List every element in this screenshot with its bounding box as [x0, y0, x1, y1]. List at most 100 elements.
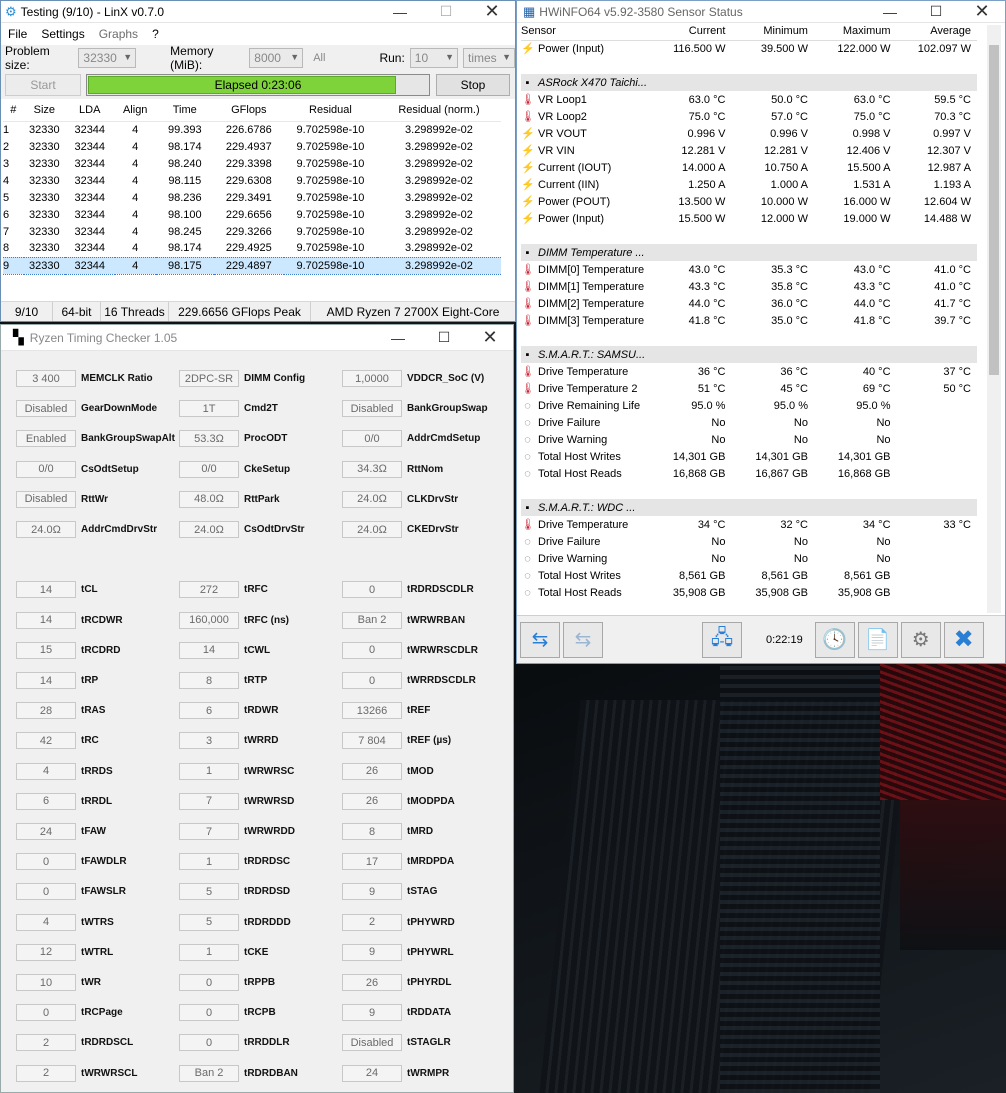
- sensor-row[interactable]: ◌ Drive Warning No No No: [521, 550, 977, 567]
- timing-value[interactable]: 5: [179, 913, 239, 931]
- close-button[interactable]: ✕: [467, 327, 513, 349]
- sensor-row[interactable]: ⚡ Power (POUT) 13.500 W 10.000 W 16.000 W 12.…: [521, 193, 977, 210]
- sensor-row[interactable]: ◌ Total Host Writes 8,561 GB 8,561 GB 8,561 …: [521, 567, 977, 584]
- timing-value[interactable]: 24: [16, 823, 76, 840]
- timing-value[interactable]: 160,000: [179, 611, 239, 629]
- sensor-column-header[interactable]: Minimum: [731, 23, 814, 41]
- timing-value[interactable]: Disabled: [16, 400, 76, 418]
- timing-value[interactable]: 1T: [179, 400, 239, 418]
- sensor-row[interactable]: ◌ Drive Failure No No No: [521, 533, 977, 550]
- timing-value[interactable]: 14: [16, 581, 76, 599]
- sensor-row[interactable]: ⚡ VR VIN 12.281 V 12.281 V 12.406 V 12.307 V: [521, 142, 977, 159]
- sensor-group-row[interactable]: ▪ S.M.A.R.T.: SAMSU...: [521, 346, 977, 363]
- sensor-row[interactable]: 🌡 DIMM[3] Temperature 41.8 °C 35.0 °C 41.8 °…: [521, 312, 977, 329]
- minimize-button[interactable]: —: [867, 1, 913, 23]
- result-row[interactable]: 5 32330 32344 4 98.236 229.3491 9.702598e-10 3.…: [3, 189, 501, 206]
- sensor-row[interactable]: ◌ Total Host Writes 14,301 GB 14,301 GB 14,3…: [521, 448, 977, 465]
- rtc-titlebar[interactable]: ▚ Ryzen Timing Checker 1.05 — ☐ ✕: [1, 325, 513, 351]
- column-header[interactable]: Size: [23, 99, 65, 122]
- timing-value[interactable]: 1: [179, 943, 239, 961]
- timing-value[interactable]: Disabled: [16, 490, 76, 508]
- timing-value[interactable]: 0: [342, 672, 402, 689]
- settings-gear-icon[interactable]: ⚙: [900, 621, 941, 658]
- timing-value[interactable]: 53.3Ω: [179, 430, 239, 448]
- clock-icon[interactable]: 🕓: [814, 621, 855, 658]
- close-x-icon[interactable]: ✖: [943, 621, 984, 658]
- result-row[interactable]: 8 32330 32344 4 98.174 229.4925 9.702598e-10 3.…: [3, 240, 501, 257]
- sensor-row[interactable]: ◌ Total Host Reads 16,868 GB 16,867 GB 16,86…: [521, 465, 977, 482]
- timing-value[interactable]: 6: [179, 702, 239, 720]
- sensor-row[interactable]: 🌡 DIMM[2] Temperature 44.0 °C 36.0 °C 44.0 °…: [521, 295, 977, 312]
- timing-value[interactable]: 26: [342, 792, 402, 810]
- timing-value[interactable]: 272: [179, 581, 239, 599]
- menu-help[interactable]: ?: [145, 27, 166, 41]
- result-row[interactable]: 7 32330 32344 4 98.245 229.3266 9.702598e-10 3.…: [3, 223, 501, 240]
- minimize-button[interactable]: —: [377, 1, 423, 23]
- stop-button[interactable]: Stop: [436, 74, 510, 96]
- sensor-row[interactable]: 🌡 VR Loop1 63.0 °C 50.0 °C 63.0 °C 59.5 °C: [521, 91, 977, 108]
- timing-value[interactable]: Enabled: [16, 430, 76, 448]
- timing-value[interactable]: 0: [342, 581, 402, 599]
- sensor-column-header[interactable]: Maximum: [813, 23, 897, 41]
- timing-value[interactable]: 48.0Ω: [179, 490, 239, 508]
- timing-value[interactable]: 0: [342, 641, 402, 659]
- result-row[interactable]: 9 32330 32344 4 98.175 229.4897 9.702598e-10 3.…: [3, 256, 501, 275]
- hwinfo-titlebar[interactable]: ▦ HWiNFO64 v5.92-3580 Sensor Status — ☐ …: [517, 1, 1005, 23]
- timing-value[interactable]: 3: [179, 732, 239, 750]
- timing-value[interactable]: 15: [16, 641, 76, 659]
- result-row[interactable]: 2 32330 32344 4 98.174 229.4937 9.702598e-10 3.…: [3, 138, 501, 155]
- sensor-row[interactable]: ◌ Drive Warning No No No: [521, 431, 977, 448]
- sensor-row[interactable]: 🌡 VR Loop2 75.0 °C 57.0 °C 75.0 °C 70.3 °C: [521, 108, 977, 125]
- column-header[interactable]: LDA: [64, 99, 115, 122]
- maximize-button[interactable]: ☐: [421, 327, 467, 349]
- sensor-column-header[interactable]: Current: [650, 23, 732, 41]
- timing-value[interactable]: 12: [16, 943, 76, 961]
- menu-graphs[interactable]: Graphs: [92, 27, 145, 41]
- timing-value[interactable]: 0: [179, 1034, 239, 1052]
- sensor-row[interactable]: ⚡ Current (IIN) 1.250 A 1.000 A 1.531 A 1.193…: [521, 176, 977, 193]
- column-header[interactable]: Time: [155, 99, 214, 122]
- timing-value[interactable]: 7 804: [342, 732, 402, 750]
- timing-value[interactable]: 24.0Ω: [342, 490, 402, 508]
- timing-value[interactable]: 0: [16, 883, 76, 901]
- timing-value[interactable]: 17: [342, 853, 402, 871]
- column-header[interactable]: GFlops: [213, 99, 284, 122]
- timing-value[interactable]: 0/0: [16, 460, 76, 478]
- timing-value[interactable]: 0: [16, 1004, 76, 1022]
- timing-value[interactable]: 0: [16, 853, 76, 871]
- problem-size-combo[interactable]: 32330 ▼: [78, 48, 137, 68]
- timing-value[interactable]: Ban 2: [342, 611, 402, 629]
- sensor-scrollbar[interactable]: [987, 25, 1001, 613]
- timing-value[interactable]: 24: [342, 1064, 402, 1082]
- sensor-row[interactable]: 🌡 DIMM[0] Temperature 43.0 °C 35.3 °C 43.0 °…: [521, 261, 977, 278]
- timing-value[interactable]: 24.0Ω: [16, 521, 76, 538]
- timing-value[interactable]: 5: [179, 883, 239, 901]
- sensor-row[interactable]: ⚡ VR VOUT 0.996 V 0.996 V 0.998 V 0.997 V: [521, 125, 977, 142]
- sensor-row[interactable]: ⚡ Power (Input) 116.500 W 39.500 W 122.000 W…: [521, 40, 977, 57]
- timing-value[interactable]: Disabled: [342, 400, 402, 418]
- timing-value[interactable]: 3 400: [16, 370, 76, 387]
- minimize-button[interactable]: —: [375, 327, 421, 349]
- timing-value[interactable]: 1: [179, 762, 239, 780]
- run-unit-combo[interactable]: times ▼: [462, 48, 515, 68]
- start-button[interactable]: Start: [5, 74, 81, 96]
- column-header[interactable]: Residual: [283, 99, 377, 122]
- collapse-arrows-icon[interactable]: ⇆: [563, 621, 603, 658]
- timing-value[interactable]: 4: [16, 762, 76, 780]
- timing-value[interactable]: 2: [16, 1064, 76, 1082]
- timing-value[interactable]: 14: [16, 672, 76, 689]
- timing-value[interactable]: Ban 2: [179, 1064, 239, 1082]
- timing-value[interactable]: 42: [16, 732, 76, 750]
- sensor-row[interactable]: 🌡 DIMM[1] Temperature 43.3 °C 35.8 °C 43.3 °…: [521, 278, 977, 295]
- column-header[interactable]: #: [3, 99, 24, 122]
- timing-value[interactable]: 1,0000: [342, 370, 402, 387]
- timing-value[interactable]: 7: [179, 792, 239, 810]
- menu-file[interactable]: File: [1, 27, 34, 41]
- result-row[interactable]: 6 32330 32344 4 98.100 229.6656 9.702598e-10 3.…: [3, 206, 501, 223]
- maximize-button[interactable]: ☐: [913, 1, 959, 23]
- timing-value[interactable]: 8: [342, 823, 402, 840]
- network-icon[interactable]: 🖧: [702, 621, 742, 658]
- timing-value[interactable]: 2DPC-SR: [179, 370, 239, 387]
- linx-titlebar[interactable]: ⚙ Testing (9/10) - LinX v0.7.0 — ☐ ✕: [1, 1, 515, 23]
- timing-value[interactable]: 9: [342, 883, 402, 901]
